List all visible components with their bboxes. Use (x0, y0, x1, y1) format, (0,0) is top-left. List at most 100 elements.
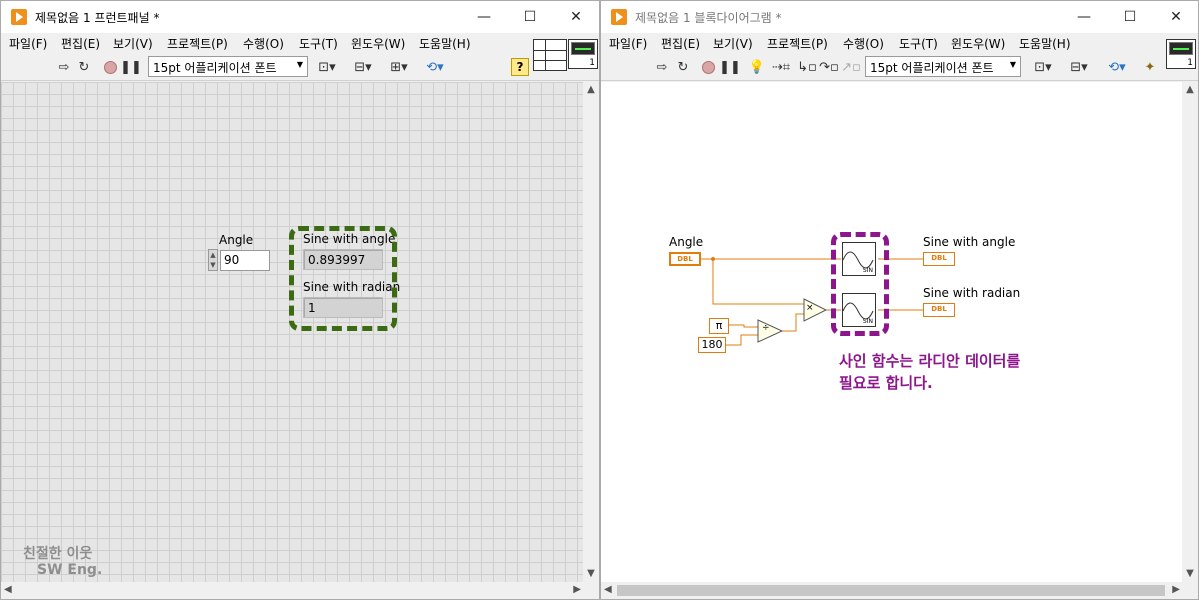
resize-objects-icon[interactable]: ⊞▾ (385, 58, 413, 76)
toolbar: ⇨ ↻ ❚❚ 15pt 어플리케이션 폰트 ▼ ⊡▾ ⊟▾ ⊞▾ ⟲▾ ? (1, 53, 599, 81)
scroll-down-icon[interactable]: ▼ (1182, 568, 1198, 579)
connector-pane[interactable] (533, 39, 567, 71)
sine-functions-highlight (831, 232, 889, 336)
step-out-icon[interactable]: ↗▫ (841, 58, 861, 76)
font-selector[interactable]: 15pt 어플리케이션 폰트 ▼ (865, 56, 1021, 77)
pause-icon[interactable]: ❚❚ (120, 58, 142, 76)
distribute-objects-icon[interactable]: ⊟▾ (349, 58, 377, 76)
scroll-up-icon[interactable]: ▲ (1182, 84, 1198, 95)
vertical-scrollbar[interactable]: ▲ ▼ (1182, 82, 1198, 582)
step-into-icon[interactable]: ↳▫ (797, 58, 817, 76)
horizontal-scroll-thumb[interactable] (617, 585, 1165, 596)
menu-file[interactable]: 파일(F) (609, 35, 647, 52)
run-continuously-icon[interactable]: ↻ (77, 58, 91, 76)
watermark-line1: 친절한 이웃 (23, 546, 93, 562)
distribute-objects-icon[interactable]: ⊟▾ (1065, 58, 1093, 76)
note-line1: 사인 함수는 라디안 데이터를 (839, 352, 1021, 370)
reorder-icon[interactable]: ⟲▾ (421, 58, 449, 76)
menu-file[interactable]: 파일(F) (9, 35, 47, 52)
menu-tools[interactable]: 도구(T) (899, 35, 938, 52)
help-icon[interactable]: ? (511, 58, 529, 76)
scroll-right-icon[interactable]: ▶ (573, 584, 581, 595)
step-over-icon[interactable]: ↷▫ (819, 58, 839, 76)
pause-icon[interactable]: ❚❚ (719, 58, 741, 76)
maximize-button[interactable]: ☐ (1107, 1, 1153, 33)
constant-180[interactable]: 180 (698, 337, 726, 353)
explanation-note: 사인 함수는 라디안 데이터를 필요로 합니다. (839, 350, 1020, 394)
wire-angle-to-multiply (712, 259, 804, 305)
retain-wire-values-icon[interactable]: ⇢⌗ (771, 58, 791, 76)
menu-view[interactable]: 보기(V) (113, 35, 153, 52)
title-bar[interactable]: 제목없음 1 블록다이어그램 * — ☐ ✕ (601, 1, 1198, 33)
labview-app-icon (11, 9, 27, 25)
minimize-button[interactable]: — (461, 1, 507, 33)
front-panel-window: 제목없음 1 프런트패널 * — ☐ ✕ 파일(F) 편집(E) 보기(V) 프… (0, 0, 600, 600)
clean-up-diagram-icon[interactable]: ✦ (1139, 58, 1161, 76)
sine-radian-terminal-label: Sine with radian (923, 286, 1021, 300)
vi-icon-screen (571, 42, 595, 55)
run-continuously-icon[interactable]: ↻ (676, 58, 690, 76)
scroll-left-icon[interactable]: ◀ (604, 584, 612, 595)
font-selector-value: 15pt 어플리케이션 폰트 (153, 61, 277, 75)
minimize-button[interactable]: — (1061, 1, 1107, 33)
horizontal-scrollbar[interactable]: ◀ ▶ (1, 582, 584, 599)
sine-angle-indicator-terminal[interactable]: DBL (923, 252, 955, 266)
menu-help[interactable]: 도움말(H) (1019, 35, 1071, 52)
menu-operate[interactable]: 수행(O) (843, 35, 884, 52)
run-arrow-icon[interactable]: ⇨ (57, 58, 71, 76)
vi-icon-number: 1 (1187, 58, 1193, 68)
abort-icon[interactable] (701, 58, 715, 76)
highlight-execution-icon[interactable]: 💡 (749, 58, 765, 76)
block-diagram-canvas[interactable]: Angle DBL π 180 ÷ × SIN SIN Sine with an… (601, 82, 1183, 582)
angle-numeric-control[interactable]: 90 (220, 250, 270, 271)
pi-constant[interactable]: π (709, 318, 729, 334)
scroll-down-icon[interactable]: ▼ (583, 568, 599, 579)
sine-radian-indicator-terminal[interactable]: DBL (923, 303, 955, 317)
menu-project[interactable]: 프로젝트(P) (767, 35, 828, 52)
block-diagram-window: 제목없음 1 블록다이어그램 * — ☐ ✕ 파일(F) 편집(E) 보기(V)… (600, 0, 1199, 600)
menu-operate[interactable]: 수행(O) (243, 35, 284, 52)
menu-window[interactable]: 윈도우(W) (951, 35, 1005, 52)
wire-pi-to-divide (729, 324, 758, 328)
angle-increment-decrement[interactable]: ▲ ▼ (208, 249, 218, 271)
vi-icon-screen (1169, 42, 1193, 55)
menu-help[interactable]: 도움말(H) (419, 35, 471, 52)
menu-edit[interactable]: 편집(E) (61, 35, 100, 52)
angle-control-label: Angle (219, 233, 254, 247)
window-title: 제목없음 1 프런트패널 * (35, 11, 160, 25)
vertical-scrollbar[interactable]: ▲ ▼ (583, 82, 599, 582)
menu-bar: 파일(F) 편집(E) 보기(V) 프로젝트(P) 수행(O) 도구(T) 윈도… (601, 33, 1198, 53)
vi-icon[interactable]: 1 (1166, 39, 1196, 69)
horizontal-scrollbar[interactable]: ◀ ▶ (601, 582, 1183, 599)
chevron-down-icon: ▼ (296, 60, 303, 69)
chevron-down-icon: ▼ (1009, 60, 1016, 69)
title-bar[interactable]: 제목없음 1 프런트패널 * — ☐ ✕ (1, 1, 599, 33)
close-button[interactable]: ✕ (553, 1, 599, 33)
reorder-icon[interactable]: ⟲▾ (1103, 58, 1131, 76)
scroll-left-icon[interactable]: ◀ (4, 584, 12, 595)
maximize-button[interactable]: ☐ (507, 1, 553, 33)
menu-edit[interactable]: 편집(E) (661, 35, 700, 52)
menu-bar: 파일(F) 편집(E) 보기(V) 프로젝트(P) 수행(O) 도구(T) 윈도… (1, 33, 599, 53)
window-title: 제목없음 1 블록다이어그램 * (635, 11, 782, 25)
angle-control-terminal[interactable]: DBL (669, 252, 701, 266)
multiply-symbol: × (806, 303, 814, 313)
abort-icon[interactable] (103, 58, 117, 76)
align-objects-icon[interactable]: ⊡▾ (1029, 58, 1057, 76)
scroll-right-icon[interactable]: ▶ (1172, 584, 1180, 595)
menu-project[interactable]: 프로젝트(P) (167, 35, 228, 52)
align-objects-icon[interactable]: ⊡▾ (313, 58, 341, 76)
wire-junction (711, 257, 715, 261)
font-selector[interactable]: 15pt 어플리케이션 폰트 ▼ (148, 56, 308, 77)
close-button[interactable]: ✕ (1153, 1, 1198, 33)
vi-icon[interactable]: 1 (568, 39, 598, 69)
run-arrow-icon[interactable]: ⇨ (655, 58, 669, 76)
menu-tools[interactable]: 도구(T) (299, 35, 338, 52)
sine-angle-terminal-label: Sine with angle (923, 235, 1016, 249)
menu-window[interactable]: 윈도우(W) (351, 35, 405, 52)
front-panel-canvas[interactable]: Angle ▲ ▼ 90 Sine with angle 0.893997 Sin… (1, 82, 584, 582)
wire-180-to-divide (726, 334, 758, 346)
labview-app-icon (611, 9, 627, 25)
scroll-up-icon[interactable]: ▲ (583, 84, 599, 95)
menu-view[interactable]: 보기(V) (713, 35, 753, 52)
